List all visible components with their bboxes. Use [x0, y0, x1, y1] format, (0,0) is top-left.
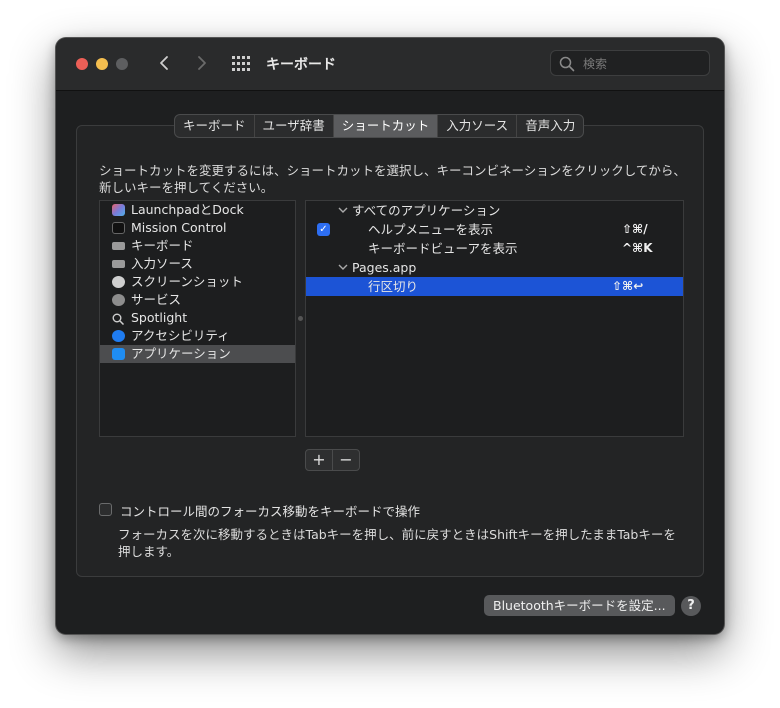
group-label: Pages.app	[352, 260, 417, 275]
search-icon	[112, 312, 125, 326]
preferences-window: キーボード キーボード ユーザ辞書 ショートカット 入力ソース 音声入力 ショー…	[56, 38, 724, 634]
category-item-mission-control[interactable]: Mission Control	[100, 219, 295, 237]
category-label: アプリケーション	[131, 346, 231, 361]
group-row-pages[interactable]: Pages.app	[306, 258, 683, 277]
shortcut-key[interactable]: ⇧⌘↩	[612, 277, 643, 296]
setup-bluetooth-keyboard-button[interactable]: Bluetoothキーボードを設定...	[484, 595, 675, 616]
group-label: すべてのアプリケーション	[352, 203, 501, 218]
search-input[interactable]	[581, 54, 705, 74]
shortcut-label: キーボードビューアを表示	[368, 241, 518, 256]
shortcut-row[interactable]: キーボードビューアを表示 ^⌘K	[306, 239, 683, 258]
category-label: スクリーンショット	[131, 274, 243, 289]
category-item-launchpad[interactable]: LaunchpadとDock	[100, 201, 295, 219]
keyboard-navigation-description: フォーカスを次に移動するときはTabキーを押し、前に戻すときはShiftキーを押…	[118, 527, 676, 559]
shortcut-list[interactable]: すべてのアプリケーション ✓ ヘルプメニューを表示 ⇧⌘/ キーボードビューアを…	[305, 200, 684, 437]
category-label: LaunchpadとDock	[131, 202, 244, 217]
split-handle[interactable]	[298, 316, 303, 321]
close-window-button[interactable]	[76, 58, 88, 70]
category-item-input-sources[interactable]: 入力ソース	[100, 255, 295, 273]
tab-dictation[interactable]: 音声入力	[517, 115, 583, 137]
accessibility-icon	[112, 330, 125, 342]
shortcut-key[interactable]: ⇧⌘/	[622, 220, 648, 239]
shortcut-label: 行区切り	[368, 279, 419, 294]
category-label: Spotlight	[131, 310, 188, 325]
launchpad-icon	[112, 204, 125, 216]
keyboard-navigation-label[interactable]: コントロール間のフォーカス移動をキーボードで操作	[120, 501, 420, 520]
category-label: アクセシビリティ	[131, 328, 230, 343]
tab-shortcuts[interactable]: ショートカット	[333, 115, 439, 137]
search-field[interactable]	[550, 50, 710, 76]
shortcut-description: ショートカットを変更するには、ショートカットを選択し、キーコンビネーションをクリ…	[99, 163, 686, 195]
shortcut-label: ヘルプメニューを表示	[368, 222, 494, 237]
screenshot-icon	[112, 276, 125, 288]
group-row-all-apps[interactable]: すべてのアプリケーション	[306, 201, 683, 220]
help-button[interactable]: ?	[681, 596, 701, 616]
category-label: サービス	[131, 292, 182, 307]
show-all-grid-button[interactable]	[232, 56, 250, 72]
forward-button[interactable]	[191, 52, 211, 74]
category-item-spotlight[interactable]: Spotlight	[100, 309, 295, 327]
category-item-accessibility[interactable]: アクセシビリティ	[100, 327, 295, 345]
chevron-right-icon	[198, 56, 206, 70]
minimize-window-button[interactable]	[96, 58, 108, 70]
category-item-applications[interactable]: アプリケーション	[100, 345, 295, 363]
shortcut-row-selected[interactable]: 行区切り ⇧⌘↩	[306, 277, 683, 296]
shortcut-enabled-checkbox[interactable]: ✓	[317, 223, 330, 236]
mission-control-icon	[112, 222, 125, 234]
category-label: キーボード	[131, 238, 194, 253]
window-title: キーボード	[266, 57, 336, 73]
zoom-window-button[interactable]	[116, 58, 128, 70]
keyboard-icon	[112, 260, 125, 268]
category-item-screenshot[interactable]: スクリーンショット	[100, 273, 295, 291]
add-remove-control: + −	[305, 449, 360, 471]
category-item-keyboard[interactable]: キーボード	[100, 237, 295, 255]
tab-keyboard[interactable]: キーボード	[175, 115, 255, 137]
title-bar: キーボード	[56, 38, 724, 91]
remove-button[interactable]: −	[333, 450, 359, 470]
search-icon	[559, 56, 575, 72]
app-store-icon	[112, 348, 125, 360]
tab-user-dictionary[interactable]: ユーザ辞書	[255, 115, 334, 137]
category-label: Mission Control	[131, 220, 227, 235]
category-item-services[interactable]: サービス	[100, 291, 295, 309]
back-button[interactable]	[155, 52, 175, 74]
tab-bar: キーボード ユーザ辞書 ショートカット 入力ソース 音声入力	[174, 114, 585, 138]
keyboard-navigation-checkbox[interactable]	[99, 503, 112, 516]
shortcut-key[interactable]: ^⌘K	[622, 239, 653, 258]
add-button[interactable]: +	[306, 450, 333, 470]
category-label: 入力ソース	[131, 256, 193, 271]
chevron-left-icon	[160, 56, 168, 70]
category-list[interactable]: LaunchpadとDock Mission Control キーボード 入力ソ…	[99, 200, 296, 437]
keyboard-icon	[112, 242, 125, 250]
gear-icon	[112, 294, 125, 306]
tab-input-sources[interactable]: 入力ソース	[438, 115, 518, 137]
shortcut-row[interactable]: ✓ ヘルプメニューを表示 ⇧⌘/	[306, 220, 683, 239]
